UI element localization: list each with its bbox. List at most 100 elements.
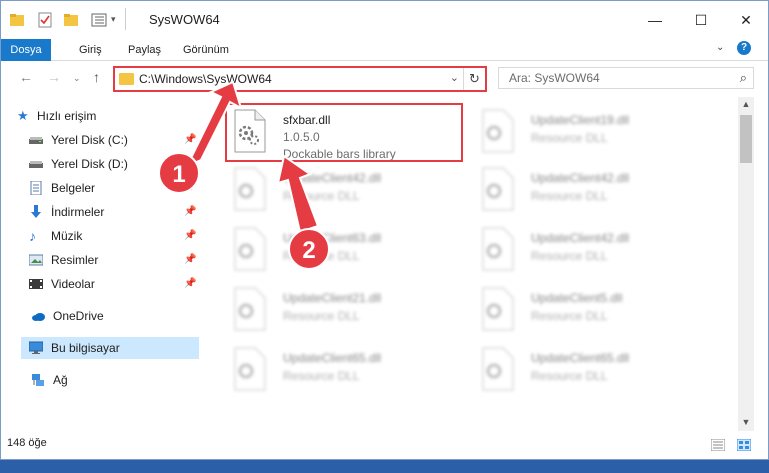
status-bar: 148 öğe [1, 433, 768, 455]
nav-item-label: Resimler [51, 253, 99, 267]
folder-icon[interactable] [9, 12, 25, 28]
nav-item-drive-c[interactable]: Yerel Disk (C:) 📌 [29, 129, 199, 151]
nav-item-label: Yerel Disk (C:) [51, 133, 128, 147]
file-name: UpdateClient19.dll [531, 113, 630, 127]
nav-item-downloads[interactable]: İndirmeler 📌 [29, 201, 199, 223]
address-row: ← → ⌄ ↑ C:\Windows\SysWOW64 ⌄ ↻ Ara: Sys… [1, 61, 768, 95]
forward-icon[interactable]: → [47, 69, 61, 85]
file-description: Resource DLL [283, 309, 360, 323]
nav-item-label: İndirmeler [51, 205, 105, 219]
nav-item-label: Belgeler [51, 181, 96, 195]
nav-item-videos[interactable]: Videolar 📌 [29, 273, 199, 295]
pin-icon[interactable]: 📌 [184, 129, 196, 151]
nav-item-label: Bu bilgisayar [51, 341, 120, 355]
tab-home[interactable]: Giriş [77, 39, 104, 61]
dll-file-icon [234, 287, 266, 331]
file-tile-sfxbar[interactable]: sfxbar.dll 1.0.5.0 Dockable bars library [219, 105, 459, 161]
cloud-icon [32, 313, 45, 321]
search-box[interactable]: Ara: SysWOW64 ⌕ [498, 67, 754, 89]
address-dropdown-icon[interactable]: ⌄ [450, 71, 459, 84]
file-tile[interactable]: UpdateClient21.dll Resource DLL [219, 283, 459, 339]
new-folder-icon[interactable] [63, 12, 79, 28]
file-description: Resource DLL [283, 189, 360, 203]
pictures-icon [29, 254, 43, 266]
video-icon [29, 279, 43, 289]
details-view-icon[interactable] [711, 439, 725, 451]
dll-file-icon [234, 227, 266, 271]
recent-locations-icon[interactable]: ⌄ [73, 73, 81, 84]
minimize-button[interactable]: — [632, 1, 678, 39]
file-name: UpdateClient65.dll [283, 351, 382, 365]
file-tile[interactable]: UpdateClient65.dll Resource DLL [219, 343, 459, 399]
search-input[interactable]: Ara: SysWOW64 [509, 71, 600, 85]
pin-icon[interactable]: 📌 [184, 225, 196, 247]
pin-icon[interactable]: 📌 [184, 153, 196, 175]
music-icon: ♪ [29, 228, 36, 244]
file-tile[interactable]: UpdateClient42.dll Resource DLL [467, 163, 707, 219]
nav-item-onedrive[interactable]: OneDrive [31, 305, 201, 327]
file-list: sfxbar.dll 1.0.5.0 Dockable bars library… [211, 97, 738, 431]
title-bar: ▾ SysWOW64 — ☐ ✕ [1, 1, 768, 39]
file-description: Resource DLL [531, 131, 608, 145]
view-options-icon[interactable] [91, 12, 107, 28]
file-tile[interactable]: UpdateClient19.dll Resource DLL [467, 105, 707, 161]
file-name: UpdateClient42.dll [283, 171, 382, 185]
dll-file-icon [234, 347, 266, 391]
vertical-scrollbar[interactable]: ▲ ▼ [738, 97, 754, 431]
tab-file[interactable]: Dosya [1, 39, 51, 61]
ribbon-tabs: Dosya Giriş Paylaş Görünüm ⌄ ? [1, 39, 768, 61]
nav-item-label: Videolar [51, 277, 95, 291]
file-tile[interactable]: UpdateClient42.dll Resource DLL [467, 223, 707, 279]
tiles-view-icon[interactable] [737, 439, 751, 451]
properties-icon[interactable] [37, 12, 53, 28]
close-button[interactable]: ✕ [723, 1, 768, 39]
nav-item-drive-d[interactable]: Yerel Disk (D:) 📌 [29, 153, 199, 175]
nav-item-this-pc[interactable]: Bu bilgisayar [21, 337, 199, 359]
maximize-button[interactable]: ☐ [678, 1, 724, 39]
back-icon[interactable]: ← [19, 69, 33, 85]
file-name: UpdateClient42.dll [531, 231, 630, 245]
download-icon [31, 205, 41, 218]
file-tile[interactable]: UpdateClient65.dll Resource DLL [467, 343, 707, 399]
nav-item-network[interactable]: Ağ [31, 369, 201, 391]
drive-icon [29, 161, 43, 168]
file-tile[interactable]: UpdateClient5.dll Resource DLL [467, 283, 707, 339]
file-description: Resource DLL [283, 369, 360, 383]
file-name: UpdateClient21.dll [283, 291, 382, 305]
computer-icon [29, 341, 43, 354]
tab-share[interactable]: Paylaş [126, 39, 163, 61]
up-icon[interactable]: ↑ [93, 69, 100, 85]
pin-icon[interactable]: 📌 [184, 201, 196, 223]
pin-icon[interactable]: 📌 [184, 249, 196, 271]
scroll-up-icon[interactable]: ▲ [738, 99, 754, 109]
file-tile[interactable]: UpdateClient63.dll Resource DLL [219, 223, 459, 279]
file-name: UpdateClient42.dll [531, 171, 630, 185]
help-icon[interactable]: ? [737, 41, 751, 55]
file-version: 1.0.5.0 [283, 130, 320, 144]
ribbon-expand-icon[interactable]: ⌄ [716, 42, 724, 53]
file-name: sfxbar.dll [283, 113, 331, 127]
quick-access-dropdown-icon[interactable]: ▾ [111, 14, 116, 25]
nav-item-quick-access[interactable]: ★ Hızlı erişim [17, 105, 187, 127]
pin-icon[interactable]: 📌 [184, 177, 196, 199]
search-icon[interactable]: ⌕ [740, 70, 747, 86]
document-icon [30, 181, 42, 195]
address-bar[interactable]: C:\Windows\SysWOW64 ⌄ ↻ [113, 66, 487, 92]
file-name: UpdateClient65.dll [531, 351, 630, 365]
refresh-icon[interactable]: ↻ [463, 68, 485, 90]
item-count: 148 öğe [7, 437, 47, 449]
nav-item-music[interactable]: ♪ Müzik 📌 [29, 225, 199, 247]
folder-icon [119, 73, 134, 85]
scroll-thumb[interactable] [740, 115, 752, 163]
star-icon: ★ [17, 108, 29, 123]
file-tile[interactable]: UpdateClient42.dll Resource DLL [219, 163, 459, 219]
explorer-window: ▾ SysWOW64 — ☐ ✕ Dosya Giriş Paylaş Görü… [0, 0, 769, 460]
dll-file-icon [234, 167, 266, 211]
nav-item-pictures[interactable]: Resimler 📌 [29, 249, 199, 271]
nav-item-documents[interactable]: Belgeler 📌 [29, 177, 199, 199]
maximize-icon: ☐ [694, 11, 708, 28]
dll-file-icon [482, 287, 514, 331]
tab-view[interactable]: Görünüm [181, 39, 231, 61]
pin-icon[interactable]: 📌 [184, 273, 196, 295]
scroll-down-icon[interactable]: ▼ [738, 417, 754, 427]
